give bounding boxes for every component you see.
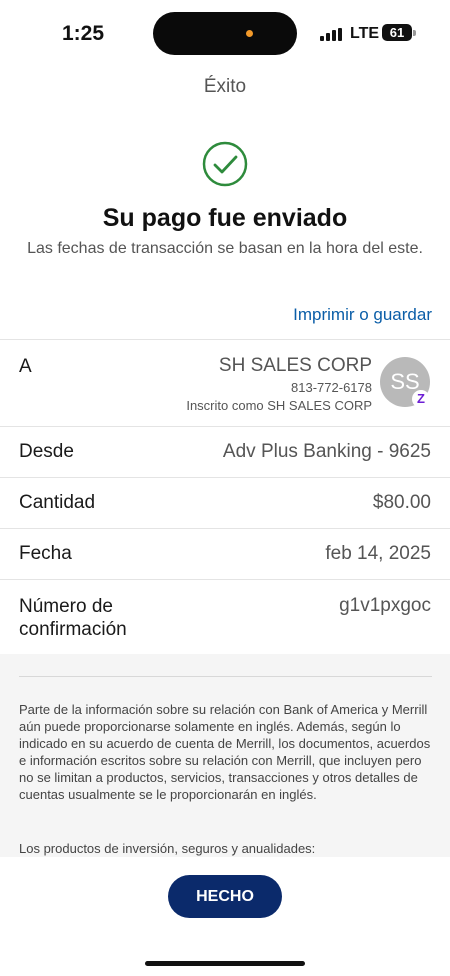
done-button[interactable]: HECHO <box>168 875 282 918</box>
battery-icon: 61 <box>382 24 412 41</box>
network-type: LTE <box>350 25 380 42</box>
status-bar: 1:25 LTE 61 <box>0 0 450 62</box>
recording-indicator-icon <box>246 30 253 37</box>
recipient-enrolled-as: Inscrito como SH SALES CORP <box>186 398 372 413</box>
date-label: Fecha <box>19 543 72 564</box>
battery-cap <box>413 30 416 36</box>
detail-row-confirmation: Número de confirmación g1v1pxgoc <box>0 580 450 654</box>
recipient-label: A <box>19 356 32 377</box>
disclaimer-section: Parte de la información sobre su relació… <box>0 654 450 857</box>
home-indicator[interactable] <box>145 961 305 966</box>
from-label: Desde <box>19 441 74 462</box>
check-circle-icon <box>202 141 248 187</box>
confirmation-number-label: Número de confirmación <box>19 596 127 640</box>
detail-row-recipient: A SH SALES CORP 813-772-6178 Inscrito co… <box>0 340 450 427</box>
zelle-icon: Z <box>412 390 430 408</box>
disclaimer-paragraph: Los productos de inversión, seguros y an… <box>19 841 316 856</box>
recipient-name: SH SALES CORP <box>218 355 372 376</box>
status-time: 1:25 <box>62 22 105 45</box>
detail-row-from: Desde Adv Plus Banking - 9625 <box>0 427 450 478</box>
print-or-save-link[interactable]: Imprimir o guardar <box>293 305 432 325</box>
detail-row-amount: Cantidad $80.00 <box>0 478 450 529</box>
recipient-phone: 813-772-6178 <box>291 380 372 395</box>
detail-row-date: Fecha feb 14, 2025 <box>0 529 450 580</box>
confirmation-subtext: Las fechas de transacción se basan en la… <box>27 240 423 257</box>
confirmation-number-value: g1v1pxgoc <box>339 595 431 616</box>
from-account: Adv Plus Banking - 9625 <box>222 441 431 462</box>
confirmation-headline: Su pago fue enviado <box>102 204 348 232</box>
divider <box>19 676 432 677</box>
disclaimer-paragraph: Parte de la información sobre su relació… <box>19 702 431 802</box>
payment-details: A SH SALES CORP 813-772-6178 Inscrito co… <box>0 339 450 654</box>
signal-strength-icon <box>320 28 342 41</box>
dynamic-island <box>153 12 297 55</box>
page-title: Éxito <box>203 76 247 97</box>
amount-label: Cantidad <box>19 492 96 513</box>
date-value: feb 14, 2025 <box>325 543 431 564</box>
amount-value: $80.00 <box>372 492 431 513</box>
